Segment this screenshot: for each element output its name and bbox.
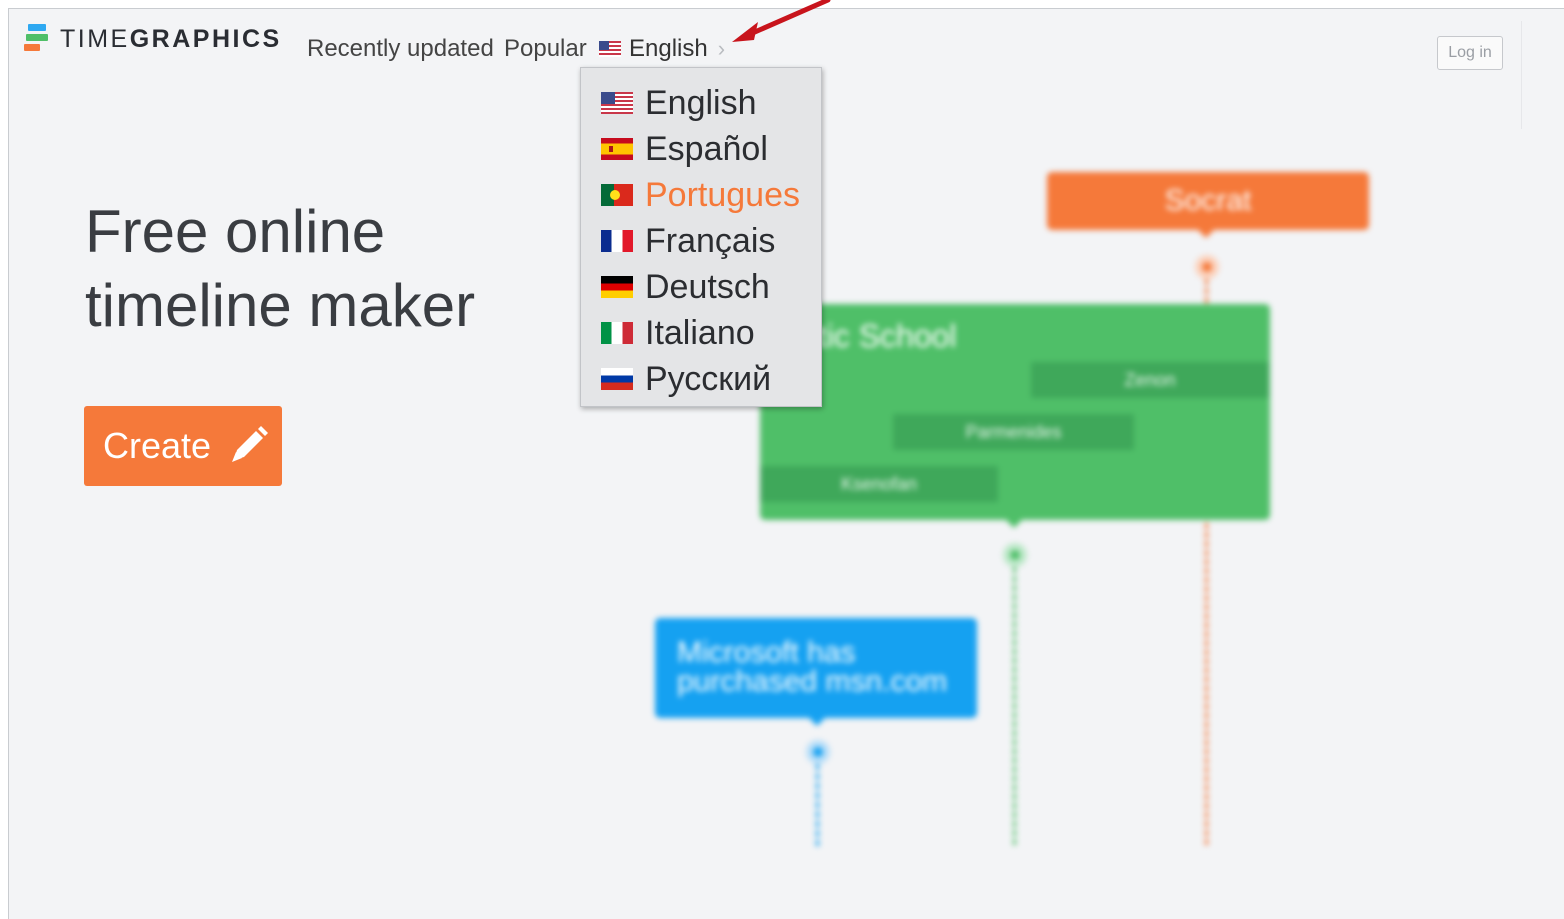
period-subbar: Ksenofan xyxy=(760,466,998,502)
period-subbar: Zenon xyxy=(1031,362,1269,398)
language-option-label: English xyxy=(645,83,757,122)
language-option-label: Italiano xyxy=(645,313,755,352)
event-pointer-green xyxy=(1006,520,1022,528)
timeline-period-green: atic School Zenon Parmenides Ksenofan xyxy=(760,304,1270,520)
us-flag-icon xyxy=(601,92,633,114)
it-flag-icon xyxy=(601,322,633,344)
annotation-arrow-icon xyxy=(732,0,831,42)
timeline-dot-orange xyxy=(1195,255,1219,279)
period-subbar: Parmenides xyxy=(893,414,1134,450)
language-option-italian[interactable]: Italiano xyxy=(581,310,821,356)
fr-flag-icon xyxy=(601,230,633,252)
ru-flag-icon xyxy=(601,368,633,390)
timeline-event-blue: Microsoft has purchased msn.com xyxy=(655,618,977,718)
language-option-german[interactable]: Deutsch xyxy=(581,264,821,310)
event-pointer-blue xyxy=(809,718,825,726)
language-option-label: Français xyxy=(645,221,776,260)
language-option-russian[interactable]: Русский xyxy=(581,356,821,402)
language-option-french[interactable]: Français xyxy=(581,218,821,264)
language-option-label: Русский xyxy=(645,359,772,398)
timeline-axis-blue xyxy=(816,764,819,846)
timeline-dot-green xyxy=(1003,543,1027,567)
period-title: atic School xyxy=(800,318,957,354)
de-flag-icon xyxy=(601,276,633,298)
language-option-label: Español xyxy=(645,129,768,168)
pt-flag-icon xyxy=(601,184,633,206)
es-flag-icon xyxy=(601,138,633,160)
timeline-dot-blue xyxy=(806,740,830,764)
language-option-spanish[interactable]: Español xyxy=(581,126,821,172)
language-option-label: Portugues xyxy=(645,175,800,214)
timeline-axis-green xyxy=(1013,567,1016,845)
event-pointer-orange xyxy=(1198,230,1214,238)
language-option-label: Deutsch xyxy=(645,267,770,306)
timeline-event-orange: Socrat xyxy=(1047,172,1369,230)
language-dropdown-menu: English Español Portugues Français Deuts… xyxy=(580,67,822,407)
browser-viewport: TIMEGRAPHICS Recently updated Popular En… xyxy=(8,8,1564,919)
language-option-english[interactable]: English xyxy=(581,80,821,126)
language-option-portuguese[interactable]: Portugues xyxy=(581,172,821,218)
